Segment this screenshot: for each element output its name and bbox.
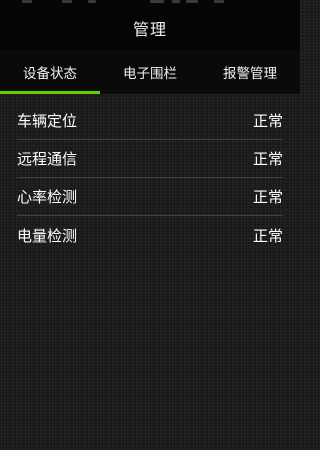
status-value: 正常 (252, 226, 283, 245)
tab-bar: 设备状态 电子围栏 报警管理 (0, 50, 300, 94)
status-icon (186, 0, 198, 3)
status-label: 车辆定位 (17, 112, 78, 130)
status-value: 正常 (252, 150, 283, 168)
tab-label: 设备状态 (23, 66, 77, 82)
tab-device-status[interactable]: 设备状态 (0, 50, 100, 94)
status-row-remote-communication: 远程通信 正常 (17, 140, 283, 178)
page-title: 管理 (132, 20, 167, 39)
status-label: 远程通信 (17, 150, 78, 168)
tab-geofence[interactable]: 电子围栏 (100, 50, 200, 94)
status-row-vehicle-location: 车辆定位 正常 (17, 102, 283, 140)
status-icon (214, 0, 224, 3)
status-value: 正常 (252, 188, 283, 206)
device-status-list: 车辆定位 正常 远程通信 正常 心率检测 正常 电量检测 正常 (17, 102, 283, 254)
status-icon (88, 0, 96, 3)
status-icon (62, 0, 72, 3)
status-icon (172, 0, 180, 3)
status-label: 电量检测 (17, 226, 78, 245)
tab-alarm-management[interactable]: 报警管理 (200, 50, 300, 94)
tab-label: 电子围栏 (123, 66, 177, 82)
status-icon (22, 0, 32, 3)
title-bar: 管理 (0, 6, 300, 50)
status-value: 正常 (252, 112, 283, 130)
tab-label: 报警管理 (223, 66, 277, 82)
status-label: 心率检测 (17, 188, 78, 206)
status-icon (150, 0, 164, 3)
status-row-heart-rate: 心率检测 正常 (17, 178, 283, 216)
status-row-battery: 电量检测 正常 (17, 216, 283, 254)
